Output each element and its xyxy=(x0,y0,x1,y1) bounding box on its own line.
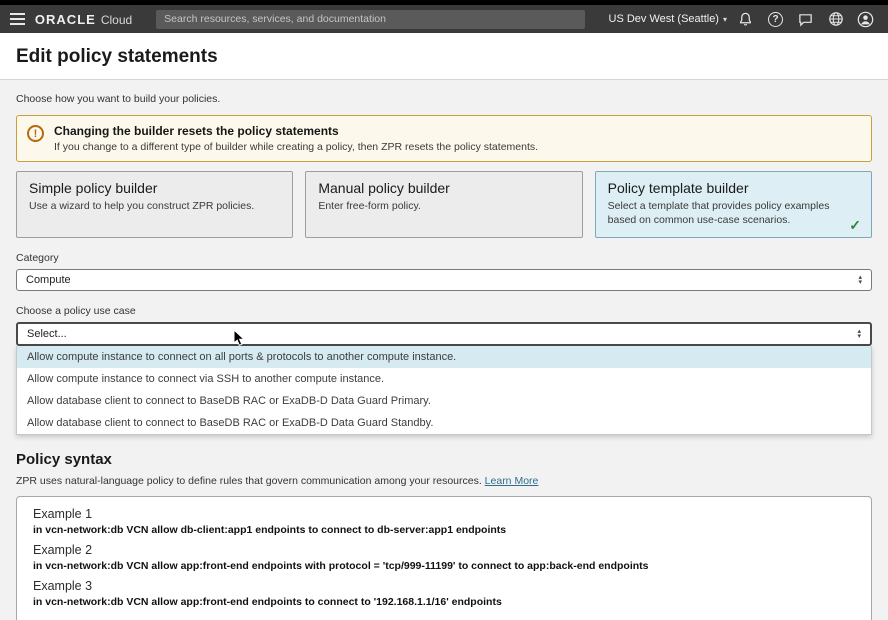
topbar-icon-group: ? xyxy=(737,11,878,28)
example-code: in vcn-network:db VCN allow app:front-en… xyxy=(33,596,855,608)
chevron-down-icon: ▾ xyxy=(723,15,727,24)
policy-syntax-heading: Policy syntax xyxy=(16,451,872,468)
region-selector[interactable]: US Dev West (Seattle) ▾ xyxy=(609,13,727,25)
use-case-selected-value: Select... xyxy=(27,328,67,340)
select-chevrons-icon: ▴▾ xyxy=(857,329,861,339)
brand-cloud-text: Cloud xyxy=(101,13,132,27)
warning-icon: ! xyxy=(27,125,44,142)
help-question-glyph: ? xyxy=(768,12,783,27)
use-case-select[interactable]: Select... ▴▾ xyxy=(16,322,872,346)
region-label: US Dev West (Seattle) xyxy=(609,13,719,25)
use-case-label: Choose a policy use case xyxy=(16,305,872,317)
notifications-bell-icon[interactable] xyxy=(737,11,754,28)
feedback-chat-icon[interactable] xyxy=(797,11,814,28)
search-placeholder: Search resources, services, and document… xyxy=(164,13,386,25)
dropdown-option-2[interactable]: Allow compute instance to connect via SS… xyxy=(17,368,871,390)
card-description: Use a wizard to help you construct ZPR p… xyxy=(29,200,280,214)
example-label: Example 3 xyxy=(33,579,855,593)
card-manual-policy-builder[interactable]: Manual policy builder Enter free-form po… xyxy=(305,171,582,238)
page-header: Edit policy statements xyxy=(0,33,888,80)
selected-check-icon: ✓ xyxy=(849,217,861,234)
card-description: Select a template that provides policy e… xyxy=(608,200,859,227)
select-chevrons-icon: ▴▾ xyxy=(858,275,862,285)
main-content: Choose how you want to build your polici… xyxy=(0,93,888,620)
use-case-dropdown-list: Allow compute instance to connect on all… xyxy=(16,346,872,435)
category-selected-value: Compute xyxy=(26,274,71,286)
example-code: in vcn-network:db VCN allow db-client:ap… xyxy=(33,524,855,536)
example-label: Example 2 xyxy=(33,543,855,557)
search-input[interactable]: Search resources, services, and document… xyxy=(156,10,584,29)
learn-more-link[interactable]: Learn More xyxy=(485,475,539,487)
policy-syntax-description: ZPR uses natural-language policy to defi… xyxy=(16,475,872,487)
warning-body: If you change to a different type of bui… xyxy=(54,141,538,153)
oracle-cloud-console: { "topbar": { "brand_oracle": "ORACLE", … xyxy=(0,0,888,620)
card-title: Policy template builder xyxy=(608,180,859,196)
example-label: Example 1 xyxy=(33,507,855,521)
user-profile-icon[interactable] xyxy=(857,11,874,28)
globe-language-icon[interactable] xyxy=(827,11,844,28)
dropdown-option-1[interactable]: Allow compute instance to connect on all… xyxy=(17,346,871,368)
card-policy-template-builder[interactable]: Policy template builder Select a templat… xyxy=(595,171,872,238)
card-title: Simple policy builder xyxy=(29,180,280,196)
oracle-cloud-logo[interactable]: ORACLE Cloud xyxy=(35,12,132,27)
warning-title: Changing the builder resets the policy s… xyxy=(54,124,538,138)
card-simple-policy-builder[interactable]: Simple policy builder Use a wizard to he… xyxy=(16,171,293,238)
card-description: Enter free-form policy. xyxy=(318,200,569,214)
category-select[interactable]: Compute ▴▾ xyxy=(16,269,872,291)
dropdown-option-4[interactable]: Allow database client to connect to Base… xyxy=(17,412,871,434)
card-title: Manual policy builder xyxy=(318,180,569,196)
category-label: Category xyxy=(16,252,872,264)
example-code: in vcn-network:db VCN allow app:front-en… xyxy=(33,560,855,572)
brand-oracle-text: ORACLE xyxy=(35,12,96,27)
builder-intro-text: Choose how you want to build your polici… xyxy=(16,93,872,105)
page-title: Edit policy statements xyxy=(16,46,872,68)
warning-content: Changing the builder resets the policy s… xyxy=(54,124,538,153)
policy-examples-box: Example 1 in vcn-network:db VCN allow db… xyxy=(16,496,872,620)
help-icon[interactable]: ? xyxy=(767,11,784,28)
top-navigation-bar: ORACLE Cloud Search resources, services,… xyxy=(0,5,888,33)
warning-banner: ! Changing the builder resets the policy… xyxy=(16,115,872,162)
policy-syntax-desc-text: ZPR uses natural-language policy to defi… xyxy=(16,475,482,487)
builder-card-row: Simple policy builder Use a wizard to he… xyxy=(16,171,872,238)
dropdown-option-3[interactable]: Allow database client to connect to Base… xyxy=(17,390,871,412)
hamburger-menu-icon[interactable] xyxy=(10,13,25,25)
